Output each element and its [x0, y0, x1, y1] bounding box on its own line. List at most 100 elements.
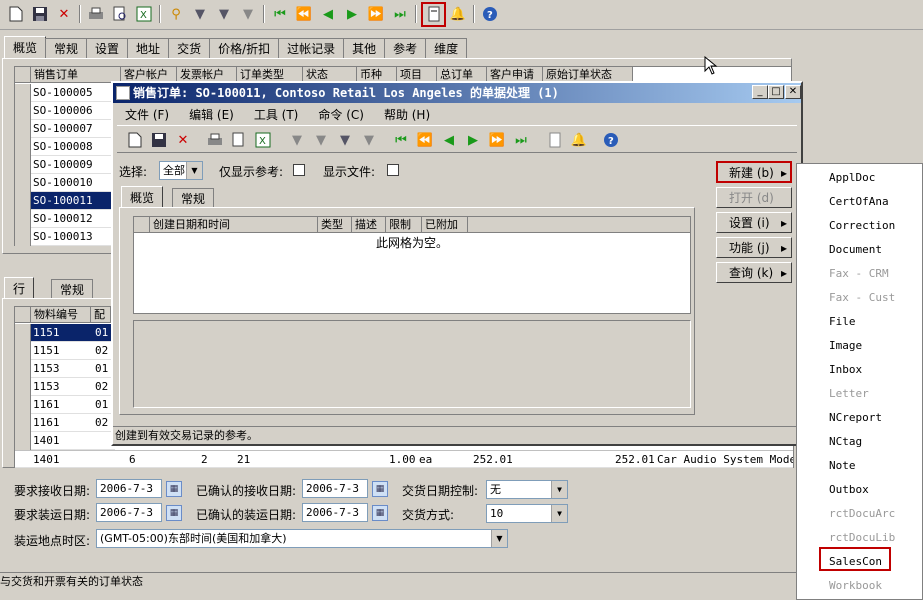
functions-button[interactable]: 功能 (j) ▸ — [716, 237, 792, 258]
row-selector[interactable] — [15, 84, 31, 102]
tab-other[interactable]: 其他 — [343, 38, 386, 58]
next-page-icon[interactable]: ⏩ — [366, 4, 386, 24]
tab-price-discount[interactable]: 价格/折扣 — [209, 38, 280, 58]
tab-dimension[interactable]: 维度 — [425, 38, 468, 58]
menu-tools[interactable]: 工具 (T) — [254, 106, 299, 123]
print-icon[interactable] — [205, 130, 225, 150]
alert-icon[interactable]: 🔔 — [569, 130, 589, 150]
delete-icon[interactable]: ✕ — [173, 130, 193, 150]
delivery-control-select[interactable]: 无 ▼ — [486, 480, 568, 499]
col-attached[interactable]: 已附加 — [422, 217, 468, 233]
row-selector[interactable] — [15, 360, 31, 378]
table-row[interactable]: 1161 02 — [15, 414, 115, 432]
last-record-icon[interactable]: ⏭ — [511, 130, 531, 150]
row-selector[interactable] — [15, 432, 31, 450]
help-icon[interactable]: ? — [480, 4, 500, 24]
menu-help[interactable]: 帮助 (H) — [384, 106, 430, 123]
remove-filter-icon[interactable]: ▼ — [359, 130, 379, 150]
save-icon[interactable] — [30, 4, 50, 24]
filter-advanced-icon[interactable]: ▼ — [311, 130, 331, 150]
menu-item[interactable]: Document — [829, 243, 882, 256]
print-preview-icon[interactable] — [229, 130, 249, 150]
row-selector[interactable] — [15, 156, 31, 174]
alert-icon[interactable]: 🔔 — [448, 4, 468, 24]
filter-sort-icon[interactable]: ▼ — [335, 130, 355, 150]
row-selector[interactable] — [15, 210, 31, 228]
print-preview-icon[interactable] — [110, 4, 130, 24]
dropdown-arrow-icon[interactable]: ▼ — [186, 162, 202, 179]
timezone-select[interactable]: (GMT-05:00)东部时间(美国和加拿大) ▼ — [96, 529, 508, 548]
tab-general[interactable]: 常规 — [45, 38, 88, 58]
prev-page-icon[interactable]: ⏪ — [294, 4, 314, 24]
select-dropdown[interactable]: 全部 ▼ — [159, 161, 203, 180]
new-icon[interactable] — [6, 4, 26, 24]
next-record-icon[interactable]: ▶ — [463, 130, 483, 150]
filter-sort-icon[interactable]: ▼ — [214, 4, 234, 24]
minimize-button[interactable]: _ — [752, 85, 768, 99]
row-selector[interactable] — [15, 342, 31, 360]
row-selector[interactable] — [15, 414, 31, 432]
maximize-button[interactable]: □ — [768, 85, 784, 99]
col-created-datetime[interactable]: 创建日期和时间 — [150, 217, 318, 233]
row-selector[interactable] — [15, 228, 31, 246]
row-selector[interactable] — [15, 120, 31, 138]
menu-item[interactable]: CertOfAna — [829, 195, 889, 208]
delivery-mode-select[interactable]: 10 ▼ — [486, 504, 568, 523]
col-restriction[interactable]: 限制 — [386, 217, 422, 233]
print-icon[interactable] — [86, 4, 106, 24]
menu-command[interactable]: 命令 (C) — [318, 106, 364, 123]
new-icon[interactable] — [125, 130, 145, 150]
tab-reference[interactable]: 参考 — [384, 38, 427, 58]
filter-advanced-icon[interactable]: ▼ — [190, 4, 210, 24]
dropdown-arrow-icon[interactable]: ▼ — [491, 530, 507, 547]
menu-item[interactable]: NCreport — [829, 411, 882, 424]
menu-edit[interactable]: 编辑 (E) — [189, 106, 234, 123]
col-sales-order[interactable]: 销售订单 — [31, 67, 121, 83]
tab-posting[interactable]: 过帐记录 — [278, 38, 345, 58]
delete-icon[interactable]: ✕ — [54, 4, 74, 24]
filter-selection-icon[interactable]: ⚲ — [166, 4, 186, 24]
col-type[interactable]: 类型 — [318, 217, 352, 233]
show-file-checkbox[interactable] — [387, 164, 399, 176]
row-selector[interactable] — [15, 102, 31, 120]
calendar-icon[interactable]: ▦ — [372, 481, 388, 497]
menu-item[interactable]: Inbox — [829, 363, 862, 376]
req-ship-date-field[interactable]: 2006-7-3 — [96, 503, 162, 522]
calendar-icon[interactable]: ▦ — [166, 481, 182, 497]
dialog-titlebar[interactable]: 销售订单: SO-100011, Contoso Retail Los Ange… — [113, 83, 801, 103]
col-config[interactable]: 配 — [91, 307, 111, 323]
document-handling-icon[interactable] — [545, 130, 565, 150]
col-description[interactable]: 描述 — [352, 217, 386, 233]
show-ref-checkbox[interactable] — [293, 164, 305, 176]
dropdown-arrow-icon[interactable]: ▼ — [551, 505, 567, 522]
dialog-tab-overview[interactable]: 概览 — [121, 186, 164, 208]
first-record-icon[interactable]: ⏮ — [391, 130, 411, 150]
row-selector[interactable] — [15, 378, 31, 396]
row-selector[interactable] — [15, 138, 31, 156]
table-row[interactable]: 1401 6 2 21 1.00 ea 252.01 252.01 Car Au… — [15, 450, 793, 468]
prev-record-icon[interactable]: ◀ — [439, 130, 459, 150]
menu-item[interactable]: File — [829, 315, 856, 328]
tab-delivery[interactable]: 交货 — [168, 38, 211, 58]
table-row[interactable]: 1151 02 — [15, 342, 115, 360]
open-button[interactable]: 打开 (d) — [716, 187, 792, 208]
tab-overview[interactable]: 概览 — [4, 36, 47, 58]
close-button[interactable]: ✕ — [785, 85, 801, 99]
inquiry-button[interactable]: 查询 (k) ▸ — [716, 262, 792, 283]
row-selector[interactable] — [15, 174, 31, 192]
prev-record-icon[interactable]: ◀ — [318, 4, 338, 24]
export-excel-icon[interactable]: X — [253, 130, 273, 150]
row-selector[interactable] — [15, 192, 31, 210]
tab-lines[interactable]: 行 — [4, 277, 35, 299]
prev-page-icon[interactable]: ⏪ — [415, 130, 435, 150]
table-row[interactable]: 1401 — [15, 432, 115, 450]
next-page-icon[interactable]: ⏩ — [487, 130, 507, 150]
tab-line-general[interactable]: 常规 — [51, 279, 94, 299]
help-icon[interactable]: ? — [601, 130, 621, 150]
table-row[interactable]: 1153 02 — [15, 378, 115, 396]
table-row[interactable]: 1161 01 — [15, 396, 115, 414]
conf-receipt-date-field[interactable]: 2006-7-3 — [302, 479, 368, 498]
setup-button[interactable]: 设置 (i) ▸ — [716, 212, 792, 233]
dropdown-arrow-icon[interactable]: ▼ — [551, 481, 567, 498]
filter-selection-icon[interactable]: ▼ — [287, 130, 307, 150]
